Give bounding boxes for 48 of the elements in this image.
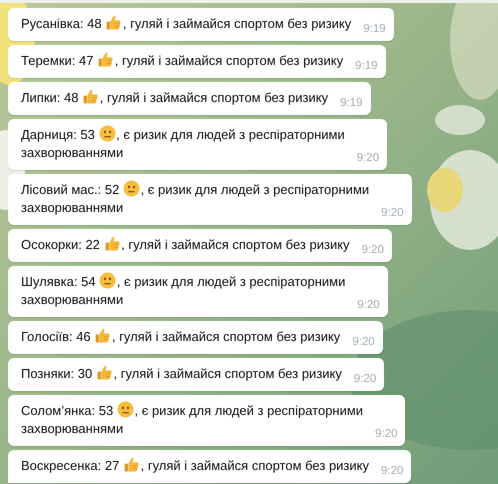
- advice-text: , гуляй і займайся спортом без ризику: [100, 90, 328, 105]
- advice-text: , є ризик для людей з респіраторними: [134, 403, 364, 418]
- district-reading: Липки: 48: [21, 90, 78, 105]
- district-reading: Позняки: 30: [21, 366, 92, 381]
- message-time: 9:19: [355, 59, 378, 73]
- message-time: 9:19: [363, 22, 386, 36]
- thumbs-up-icon: [122, 456, 140, 473]
- advice-text: захворюваннями: [21, 199, 124, 217]
- message-time: 9:20: [357, 298, 380, 312]
- advice-text: , гуляй і займайся спортом без ризику: [122, 16, 352, 31]
- district-reading: Солом’янка: 53: [21, 403, 114, 418]
- message-time: 9:20: [354, 372, 376, 386]
- message-time: 9:20: [381, 464, 404, 478]
- neutral-face-icon: [116, 401, 134, 418]
- district-reading: Голосіїв: 46: [21, 329, 91, 344]
- message-time: 9:20: [352, 335, 375, 349]
- district-reading: Шулявка: 54: [21, 274, 96, 289]
- advice-text: захворюваннями: [21, 144, 124, 162]
- advice-text: , гуляй і займайся спортом без ризику: [114, 366, 342, 381]
- message-time: 9:20: [356, 151, 380, 165]
- thumbs-up-icon: [104, 235, 121, 252]
- thumbs-up-icon: [94, 327, 112, 344]
- message-time: 9:20: [381, 206, 404, 220]
- message-time: 9:19: [340, 96, 362, 110]
- thumbs-up-icon: [96, 364, 113, 381]
- advice-text: захворюваннями: [21, 420, 124, 438]
- district-reading: Теремки: 47: [21, 53, 94, 68]
- thumbs-up-icon: [97, 51, 114, 68]
- district-reading: Воскресенка: 27: [21, 458, 120, 473]
- neutral-face-icon: [122, 180, 140, 197]
- thumbs-up-icon: [82, 88, 100, 105]
- neutral-face-icon: [98, 125, 116, 142]
- message-time: 9:20: [375, 427, 398, 441]
- advice-text: , гуляй і займайся спортом без ризику: [114, 53, 344, 68]
- advice-text: , гуляй і займайся спортом без ризику: [121, 237, 350, 252]
- advice-text: , гуляй і займайся спортом без ризику: [140, 458, 369, 473]
- advice-text: , є ризик для людей з респіраторними: [116, 127, 345, 142]
- district-reading: Осокорки: 22: [21, 237, 100, 252]
- advice-text: , гуляй і займайся спортом без ризику: [112, 329, 340, 344]
- advice-text: , є ризик для людей з респіраторними: [116, 274, 346, 289]
- message-time: 9:20: [362, 243, 384, 257]
- district-reading: Лісовий мас.: 52: [21, 182, 120, 197]
- advice-text: захворюваннями: [21, 291, 124, 309]
- district-reading: Русанівка: 48: [21, 16, 102, 31]
- district-reading: Дарниця: 53: [21, 127, 95, 142]
- neutral-face-icon: [99, 272, 116, 289]
- advice-text: , є ризик для людей з респіраторними: [140, 182, 370, 197]
- thumbs-up-icon: [105, 14, 122, 31]
